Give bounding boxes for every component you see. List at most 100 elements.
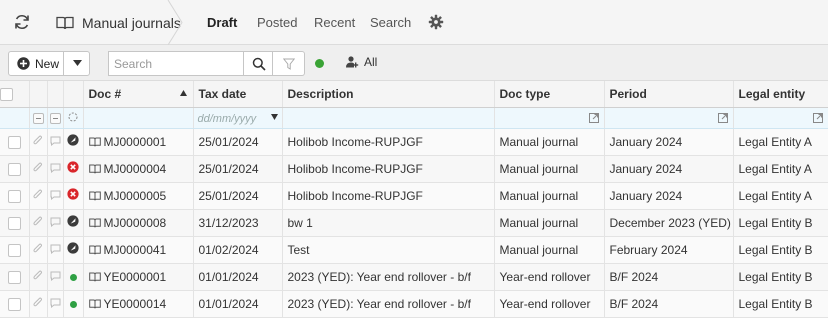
expand-icon[interactable] bbox=[588, 112, 599, 123]
attachment-cell[interactable] bbox=[29, 209, 48, 237]
comment-cell[interactable] bbox=[47, 290, 64, 318]
gear-icon[interactable] bbox=[428, 14, 444, 30]
filter-attachment[interactable] bbox=[29, 107, 48, 129]
paperclip-icon[interactable] bbox=[33, 297, 43, 308]
error-status-icon[interactable] bbox=[67, 161, 79, 173]
doc-number-cell[interactable]: YE0000014 bbox=[83, 290, 194, 318]
expand-icon[interactable] bbox=[717, 112, 728, 123]
filter-comment[interactable] bbox=[47, 107, 64, 129]
doc-number-cell[interactable]: YE0000001 bbox=[83, 263, 194, 291]
comment-cell[interactable] bbox=[47, 236, 64, 264]
filter-status[interactable] bbox=[63, 107, 84, 129]
comment-cell[interactable] bbox=[47, 182, 64, 210]
filter-legal-entity[interactable] bbox=[733, 107, 828, 129]
comment-icon[interactable] bbox=[50, 190, 61, 200]
paperclip-icon[interactable] bbox=[33, 270, 43, 281]
search-input[interactable] bbox=[108, 51, 244, 76]
column-header-doc[interactable]: Doc # bbox=[83, 81, 194, 108]
paperclip-icon[interactable] bbox=[33, 216, 43, 227]
tab-posted[interactable]: Posted bbox=[257, 14, 297, 32]
new-button[interactable]: New bbox=[8, 51, 64, 76]
table-row[interactable]: MJ0000008 31/12/2023 bw 1 Manual journal… bbox=[0, 209, 828, 237]
minus-toggle-icon[interactable] bbox=[49, 112, 61, 124]
status-cell[interactable] bbox=[63, 155, 84, 183]
comment-icon[interactable] bbox=[50, 163, 61, 173]
comment-icon[interactable] bbox=[50, 217, 61, 227]
row-checkbox[interactable] bbox=[7, 162, 21, 176]
minus-toggle-icon[interactable] bbox=[32, 112, 44, 124]
comment-cell[interactable] bbox=[47, 155, 64, 183]
refresh-icon[interactable] bbox=[12, 12, 32, 32]
table-row[interactable]: MJ0000001 25/01/2024 Holibob Income-RUPJ… bbox=[0, 128, 828, 156]
error-status-icon[interactable] bbox=[67, 188, 79, 200]
comment-icon[interactable] bbox=[50, 136, 61, 146]
attachment-cell[interactable] bbox=[29, 128, 48, 156]
status-cell[interactable] bbox=[63, 236, 84, 264]
column-header-description[interactable]: Description bbox=[282, 81, 495, 108]
row-checkbox[interactable] bbox=[7, 135, 21, 149]
filter-button[interactable] bbox=[273, 51, 305, 76]
tab-search[interactable]: Search bbox=[370, 14, 411, 32]
attachment-cell[interactable] bbox=[29, 182, 48, 210]
ready-status-icon[interactable] bbox=[69, 300, 77, 308]
column-header-doc-type[interactable]: Doc type bbox=[494, 81, 605, 108]
comment-cell[interactable] bbox=[47, 263, 64, 291]
status-cell[interactable] bbox=[63, 182, 84, 210]
paperclip-icon[interactable] bbox=[33, 162, 43, 173]
tab-recent[interactable]: Recent bbox=[314, 14, 355, 32]
filter-period[interactable] bbox=[604, 107, 734, 129]
tab-draft[interactable]: Draft bbox=[207, 14, 237, 32]
row-checkbox[interactable] bbox=[7, 189, 21, 203]
table-row[interactable]: MJ0000004 25/01/2024 Holibob Income-RUPJ… bbox=[0, 155, 828, 183]
attachment-cell[interactable] bbox=[29, 155, 48, 183]
doc-number-cell[interactable]: MJ0000005 bbox=[83, 182, 194, 210]
sort-ascending-icon[interactable] bbox=[179, 90, 187, 96]
table-row[interactable]: MJ0000041 01/02/2024 Test Manual journal… bbox=[0, 236, 828, 264]
comment-cell[interactable] bbox=[47, 209, 64, 237]
table-row[interactable]: MJ0000005 25/01/2024 Holibob Income-RUPJ… bbox=[0, 182, 828, 210]
approved-status-icon[interactable] bbox=[67, 242, 79, 254]
status-indicator[interactable] bbox=[315, 59, 324, 68]
comment-icon[interactable] bbox=[50, 298, 61, 308]
row-checkbox[interactable] bbox=[7, 297, 21, 311]
attachment-cell[interactable] bbox=[29, 263, 48, 291]
paperclip-icon[interactable] bbox=[33, 243, 43, 254]
search-button[interactable] bbox=[243, 51, 273, 76]
approved-status-icon[interactable] bbox=[67, 134, 79, 146]
doc-number-cell[interactable]: MJ0000008 bbox=[83, 209, 194, 237]
comment-icon[interactable] bbox=[50, 244, 61, 254]
doc-number-cell[interactable]: MJ0000041 bbox=[83, 236, 194, 264]
paperclip-icon[interactable] bbox=[33, 189, 43, 200]
dashed-circle-icon[interactable] bbox=[68, 112, 78, 122]
table-row[interactable]: YE0000001 01/01/2024 2023 (YED): Year en… bbox=[0, 263, 828, 291]
select-all-checkbox[interactable] bbox=[0, 87, 13, 101]
paperclip-icon[interactable] bbox=[33, 135, 43, 146]
expand-icon[interactable] bbox=[812, 112, 823, 123]
row-checkbox[interactable] bbox=[7, 270, 21, 284]
row-checkbox[interactable] bbox=[7, 216, 21, 230]
status-cell[interactable] bbox=[63, 128, 84, 156]
status-cell[interactable] bbox=[63, 209, 84, 237]
doc-number-cell[interactable]: MJ0000004 bbox=[83, 155, 194, 183]
attachment-cell[interactable] bbox=[29, 236, 48, 264]
status-cell[interactable] bbox=[63, 263, 84, 291]
doc-number-cell[interactable]: MJ0000001 bbox=[83, 128, 194, 156]
breadcrumb[interactable]: Manual journals bbox=[44, 0, 184, 45]
filter-doc[interactable] bbox=[83, 107, 194, 129]
caret-down-icon[interactable] bbox=[270, 113, 278, 120]
filter-doc-type[interactable] bbox=[494, 107, 605, 129]
filter-description[interactable] bbox=[282, 107, 495, 129]
ready-status-icon[interactable] bbox=[69, 273, 77, 281]
row-checkbox[interactable] bbox=[7, 243, 21, 257]
attachment-cell[interactable] bbox=[29, 290, 48, 318]
users-filter[interactable]: All bbox=[345, 55, 377, 69]
approved-status-icon[interactable] bbox=[67, 215, 79, 227]
status-cell[interactable] bbox=[63, 290, 84, 318]
column-header-period[interactable]: Period bbox=[604, 81, 734, 108]
table-row[interactable]: YE0000014 01/01/2024 2023 (YED): Year en… bbox=[0, 290, 828, 318]
column-header-tax-date[interactable]: Tax date bbox=[193, 81, 283, 108]
comment-icon[interactable] bbox=[50, 271, 61, 281]
column-header-legal-entity[interactable]: Legal entity bbox=[733, 81, 828, 108]
new-dropdown-button[interactable] bbox=[63, 51, 90, 76]
filter-tax-date[interactable]: dd/mm/yyyy bbox=[193, 107, 283, 129]
